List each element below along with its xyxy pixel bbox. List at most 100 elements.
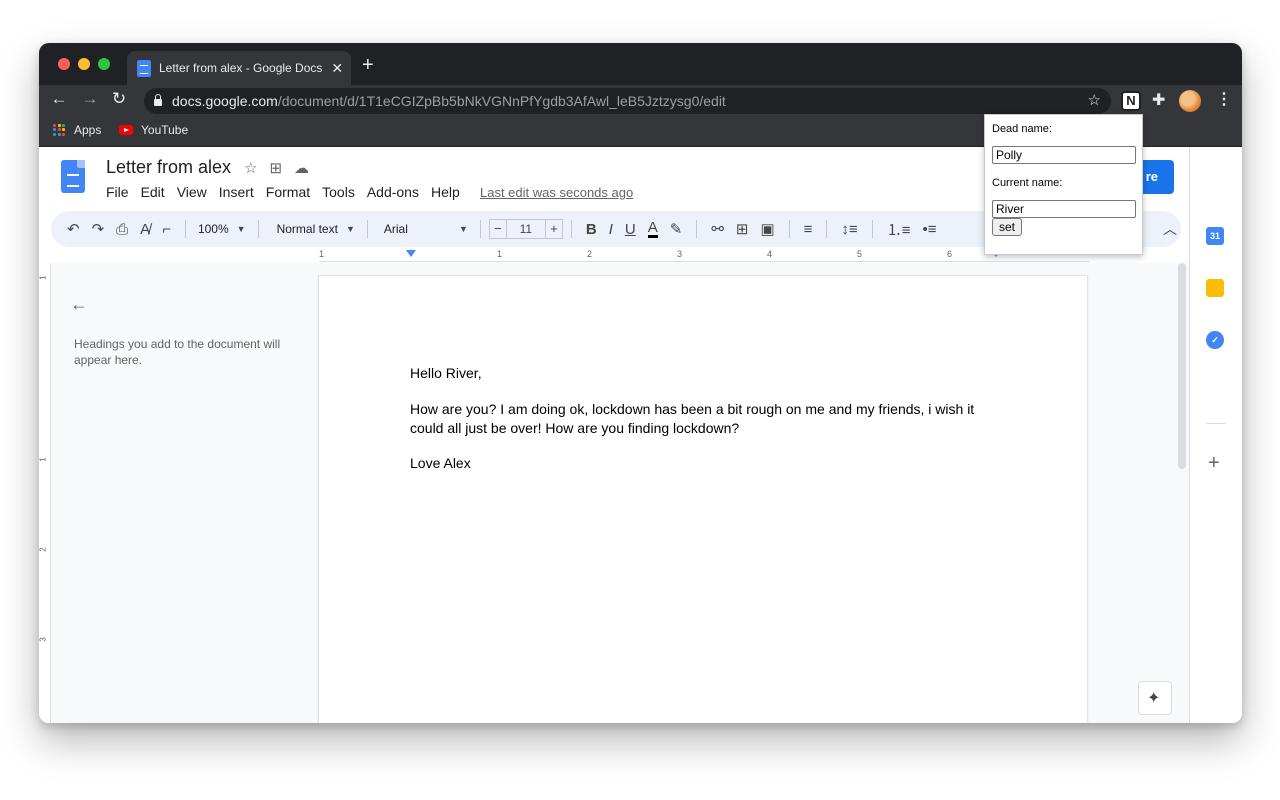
line-spacing-icon[interactable]: ↕≡ [841, 221, 857, 238]
bookmark-apps[interactable]: Apps [53, 123, 101, 137]
menu-file[interactable]: File [106, 184, 129, 200]
vruler-label: 1 [39, 275, 48, 280]
style-value: Normal text [276, 222, 338, 236]
current-name-input[interactable] [992, 200, 1136, 218]
menu-bar: File Edit View Insert Format Tools Add-o… [106, 184, 472, 200]
calendar-icon[interactable]: 31 [1206, 227, 1224, 245]
extensions-puzzle-icon[interactable]: ✚ [1152, 90, 1165, 110]
menu-format[interactable]: Format [266, 184, 310, 200]
browser-toolbar: ← → ↻ docs.google.com/document/d/1T1eCGI… [39, 85, 1242, 117]
bulleted-list-icon[interactable]: •≡ [922, 221, 936, 238]
font-select[interactable]: Arial ▼ [384, 222, 468, 236]
browser-profile-avatar[interactable] [1179, 90, 1201, 112]
tab-close-icon[interactable]: ✕ [331, 60, 343, 77]
browser-tab[interactable]: Letter from alex - Google Docs ✕ [127, 51, 351, 85]
maximize-window-button[interactable] [98, 58, 110, 70]
menu-addons[interactable]: Add-ons [367, 184, 419, 200]
doc-body: How are you? I am doing ok, lockdown has… [410, 401, 975, 436]
style-select[interactable]: Normal text ▼ [277, 222, 355, 236]
bookmark-youtube-label: YouTube [141, 123, 189, 137]
vertical-ruler: 1 1 2 3 [39, 263, 51, 723]
underline-icon[interactable]: U [625, 221, 636, 238]
keep-icon[interactable] [1206, 279, 1224, 297]
reload-icon[interactable]: ↻ [109, 89, 129, 109]
add-comment-icon[interactable]: ⊞ [736, 220, 749, 238]
close-outline-arrow-icon[interactable]: ← [70, 294, 88, 315]
menu-tools[interactable]: Tools [322, 184, 355, 200]
menu-help[interactable]: Help [431, 184, 460, 200]
docs-logo-icon[interactable] [61, 160, 85, 193]
font-value: Arial [383, 222, 408, 236]
document-page[interactable]: Hello River, How are you? I am doing ok,… [319, 276, 1087, 723]
insert-link-icon[interactable]: ⚯ [711, 220, 724, 238]
cloud-status-icon[interactable]: ☁ [294, 159, 309, 177]
apps-grid-icon [53, 123, 66, 137]
left-indent-marker[interactable] [406, 250, 416, 257]
dead-name-input[interactable] [992, 146, 1136, 164]
doc-signoff: Love Alex [410, 455, 471, 471]
spellcheck-icon[interactable]: A̸ [140, 221, 150, 238]
ruler-label: 2 [587, 249, 593, 259]
insert-image-icon[interactable]: ▣ [760, 220, 774, 238]
text-color-icon[interactable]: A [647, 220, 658, 238]
bookmark-youtube[interactable]: YouTube [119, 123, 188, 137]
document-title[interactable]: Letter from alex [106, 157, 231, 178]
new-tab-button[interactable]: + [362, 54, 374, 77]
browser-window: Letter from alex - Google Docs ✕ + ← → ↻… [39, 43, 1242, 723]
align-icon[interactable]: ≡ [804, 221, 813, 238]
menu-edit[interactable]: Edit [141, 184, 165, 200]
ruler-label: 4 [767, 249, 773, 259]
bookmark-star-icon[interactable]: ☆ [1088, 91, 1101, 109]
italic-icon[interactable]: I [609, 221, 613, 238]
bold-icon[interactable]: B [586, 221, 597, 238]
ruler-label: 1 [497, 249, 503, 259]
browser-menu-icon[interactable]: ⋮ [1216, 89, 1232, 109]
zoom-value: 100% [197, 222, 229, 236]
vruler-label: 3 [39, 637, 48, 642]
close-window-button[interactable] [58, 58, 70, 70]
vertical-scrollbar[interactable] [1178, 263, 1186, 469]
hide-menus-chevron-icon[interactable]: ︿ [1163, 219, 1177, 239]
ruler-label: 6 [947, 249, 953, 259]
menu-insert[interactable]: Insert [219, 184, 254, 200]
explore-button[interactable] [1138, 681, 1172, 715]
back-icon[interactable]: ← [49, 89, 69, 109]
vruler-label: 2 [39, 547, 48, 552]
toolbar-divider [366, 220, 368, 238]
redo-icon[interactable]: ↷ [92, 220, 105, 238]
toolbar-divider [871, 220, 873, 238]
forward-icon[interactable]: → [80, 89, 100, 109]
extension-n-icon[interactable]: N [1121, 91, 1141, 111]
ruler-label: 3 [677, 249, 683, 259]
font-size-control: − 11 + [488, 219, 563, 239]
toolbar-divider [184, 220, 186, 238]
url-path: /document/d/1T1eCGIZpBb5bNkVGNnPfYgdb3Af… [277, 93, 726, 109]
font-size-input[interactable]: 11 [506, 219, 545, 239]
zoom-select[interactable]: 100% ▼ [198, 222, 246, 236]
doc-greeting: Hello River, [410, 365, 482, 381]
menu-view[interactable]: View [177, 184, 207, 200]
vruler-label: 1 [39, 457, 48, 462]
undo-icon[interactable]: ↶ [67, 220, 80, 238]
paint-format-icon[interactable]: ⌐ [162, 221, 171, 238]
toolbar-divider [788, 220, 790, 238]
numbered-list-icon[interactable]: ⒈≡ [887, 219, 911, 240]
chevron-down-icon: ▼ [236, 224, 246, 234]
tasks-icon[interactable]: ✓ [1206, 331, 1224, 349]
print-icon[interactable]: ⎙ [116, 221, 128, 238]
side-panel-divider [1206, 423, 1226, 424]
tab-title: Letter from alex - Google Docs [159, 61, 323, 75]
minimize-window-button[interactable] [78, 58, 90, 70]
decrease-font-size-button[interactable]: − [488, 219, 507, 239]
current-name-label: Current name: [992, 177, 1063, 189]
add-addon-plus-icon[interactable]: + [1208, 452, 1220, 475]
last-edit-link[interactable]: Last edit was seconds ago [480, 185, 633, 200]
ruler-label: 5 [857, 249, 863, 259]
horizontal-ruler: 1 1 2 3 4 5 6 [319, 248, 1089, 262]
highlight-color-icon[interactable]: ✎ [670, 220, 683, 238]
increase-font-size-button[interactable]: + [544, 219, 563, 239]
set-button[interactable]: set [992, 218, 1023, 236]
address-bar[interactable]: docs.google.com/document/d/1T1eCGIZpBb5b… [144, 88, 1111, 114]
move-folder-icon[interactable]: ⊞ [269, 159, 282, 177]
star-icon[interactable]: ☆ [244, 159, 257, 177]
